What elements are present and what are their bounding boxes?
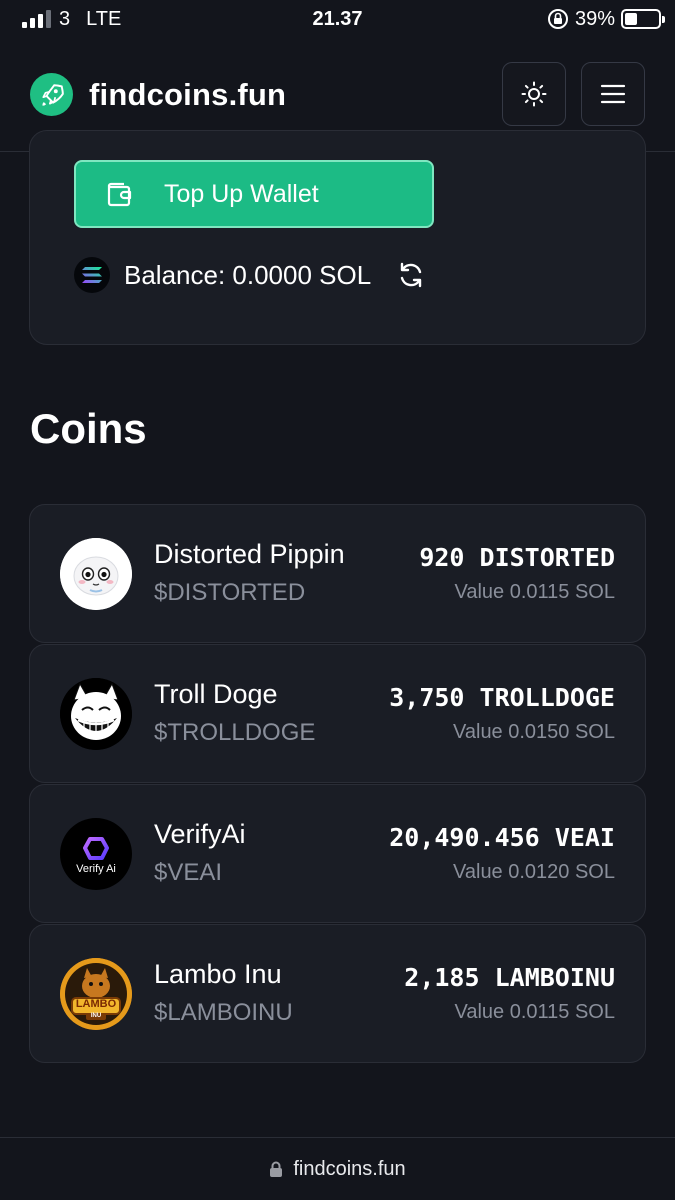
coin-amount: 920 DISTORTED	[419, 543, 615, 572]
lambo-inu-avatar: LAMBO INU	[60, 958, 132, 1030]
coin-value: Value 0.0120 SOL	[453, 861, 615, 883]
coin-list: Distorted Pippin $DISTORTED 920 DISTORTE…	[29, 504, 646, 1064]
hamburger-icon	[600, 84, 626, 104]
coin-value: Value 0.0115 SOL	[454, 1001, 616, 1023]
coin-card-trolldoge[interactable]: Troll Doge $TROLLDOGE 3,750 TROLLDOGE Va…	[29, 644, 646, 783]
coins-heading: Coins	[30, 405, 147, 452]
battery-percent: 39%	[574, 7, 615, 30]
coin-ticker: $LAMBOINU	[154, 999, 293, 1026]
sun-icon	[521, 81, 547, 107]
coin-card-lamboinu[interactable]: LAMBO INU Lambo Inu $LAMBOINU 2,185 LAMB…	[29, 924, 646, 1063]
coin-ticker: $DISTORTED	[154, 579, 306, 606]
battery-icon	[621, 9, 665, 29]
status-left: 3 LTE	[22, 8, 121, 31]
coin-card-distorted[interactable]: Distorted Pippin $DISTORTED 920 DISTORTE…	[29, 504, 646, 643]
brand-name[interactable]: findcoins.fun	[89, 77, 286, 113]
coin-ticker: $TROLLDOGE	[154, 719, 316, 746]
browser-url-bar[interactable]: findcoins.fun	[0, 1137, 675, 1200]
top-up-wallet-button[interactable]: Top Up Wallet	[74, 160, 434, 228]
verifyai-logo-text: Verify Ai	[76, 863, 116, 875]
lambo-logo-text: LAMBO	[75, 998, 117, 1010]
status-right: 39%	[547, 7, 665, 31]
coin-name: VerifyAi	[154, 819, 246, 849]
lambo-logo-subtext: INU	[90, 1013, 102, 1019]
menu-button[interactable]	[581, 62, 645, 126]
url-text: findcoins.fun	[293, 1157, 406, 1180]
coin-amount: 2,185 LAMBOINU	[404, 963, 615, 992]
balance-row: Balance: 0.0000 SOL	[74, 255, 425, 295]
coin-amount: 20,490.456 VEAI	[389, 823, 615, 852]
balance-text: Balance: 0.0000 SOL	[124, 259, 372, 290]
status-bar: 3 LTE 21.37 39%	[0, 0, 675, 38]
coin-card-veai[interactable]: Verify Ai VerifyAi $VEAI 20,490.456 VEAI…	[29, 784, 646, 923]
network-label: LTE	[86, 7, 122, 30]
theme-toggle-button[interactable]	[502, 62, 566, 126]
orientation-lock-icon	[547, 9, 568, 29]
coin-name: Distorted Pippin	[154, 539, 345, 569]
refresh-icon[interactable]	[397, 261, 425, 289]
coin-ticker: $VEAI	[154, 859, 223, 886]
coin-name: Troll Doge	[154, 679, 278, 709]
carrier-label: 3	[59, 7, 71, 30]
coin-amount: 3,750 TROLLDOGE	[389, 683, 615, 712]
troll-doge-avatar	[60, 678, 132, 750]
coin-name: Lambo Inu	[154, 959, 282, 989]
coin-value: Value 0.0150 SOL	[453, 721, 615, 743]
rocket-icon[interactable]	[30, 73, 73, 116]
solana-icon	[74, 257, 110, 293]
wallet-icon	[107, 182, 132, 207]
coin-value: Value 0.0115 SOL	[454, 581, 616, 603]
verifyai-avatar: Verify Ai	[60, 818, 132, 890]
distorted-pippin-avatar	[60, 538, 132, 610]
top-up-label: Top Up Wallet	[164, 179, 319, 208]
signal-icon	[22, 10, 51, 28]
lock-icon	[269, 1161, 283, 1178]
verifyai-logo-icon	[83, 837, 109, 860]
